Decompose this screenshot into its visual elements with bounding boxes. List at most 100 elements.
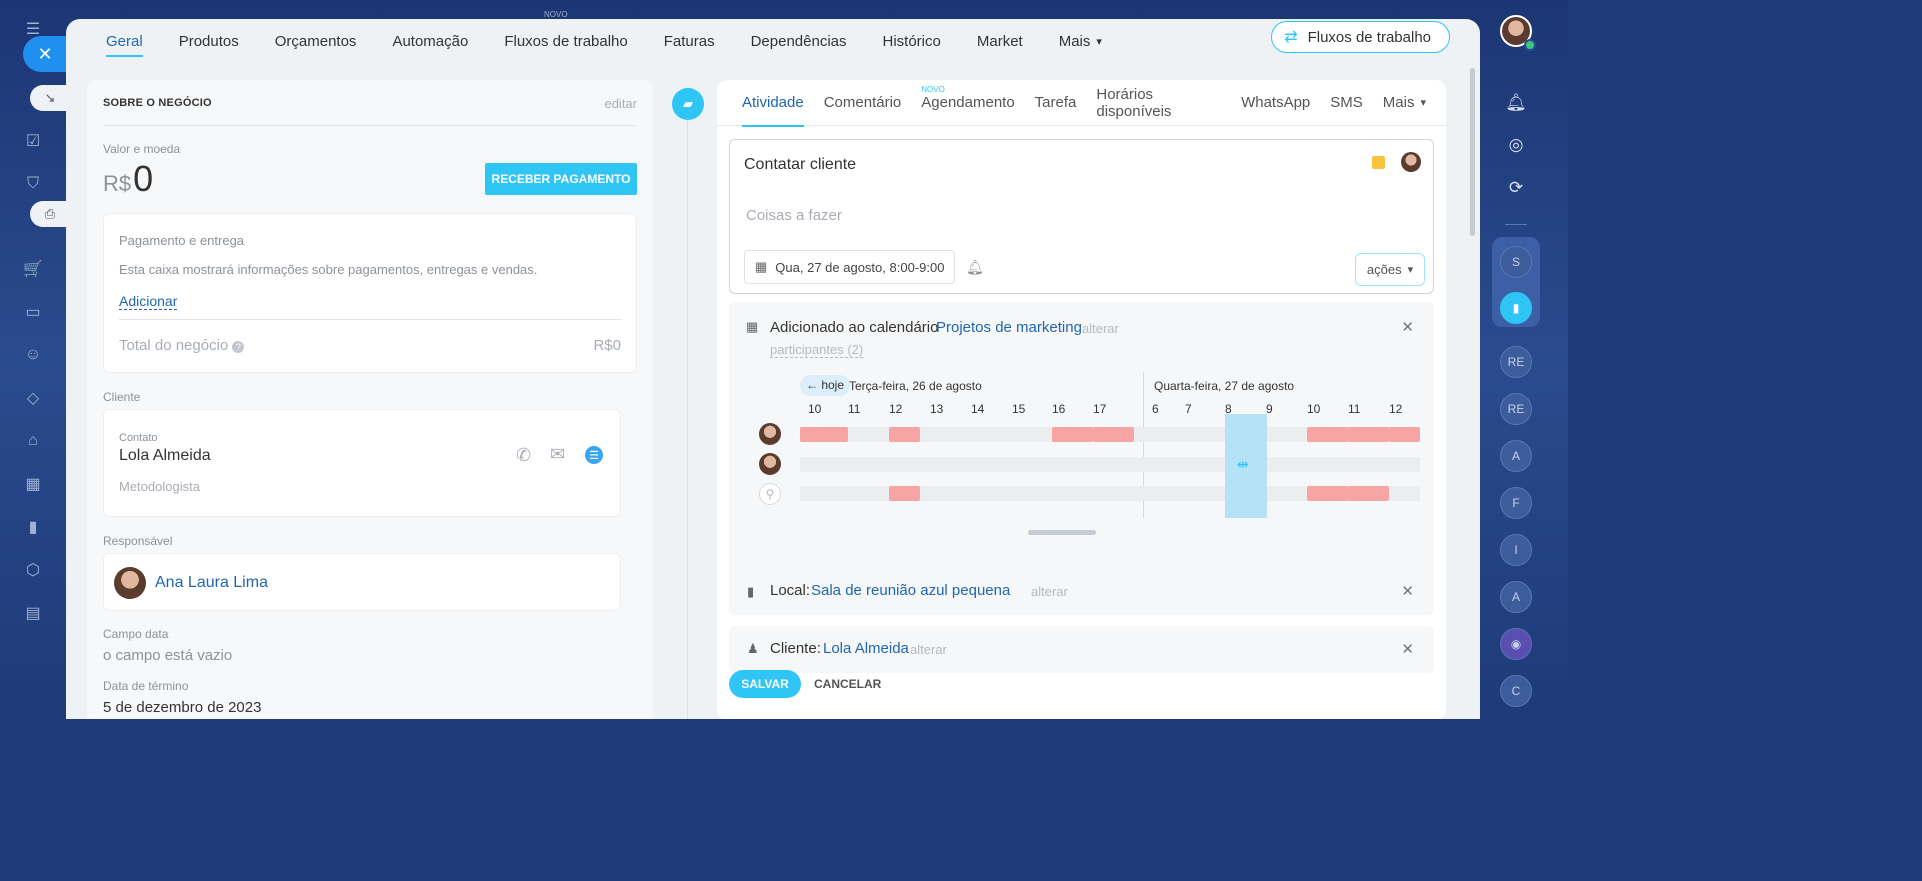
chat-avatar[interactable]: F [1500,487,1532,519]
hour-label: 6 [1152,402,1159,416]
tab-faturas[interactable]: Faturas [664,19,715,63]
robot-icon[interactable]: ☺ [22,344,44,366]
close-slider-button[interactable]: ✕ [23,36,67,72]
divider [119,319,622,320]
document-icon[interactable]: ▤ [22,602,44,624]
today-button[interactable]: ← hoje [800,375,851,396]
edit-link[interactable]: editar [604,96,637,111]
tab-fluxos[interactable]: Fluxos de trabalho [504,19,627,63]
chat-avatar[interactable]: RE [1500,346,1532,378]
calendar-icon[interactable]: ▦ [22,473,44,495]
close-icon[interactable]: ✕ [1401,318,1414,336]
book-icon: ▮ [747,584,755,599]
location-value[interactable]: Sala de reunião azul pequena [811,582,1010,599]
sync-chat-icon[interactable]: ⟳ [1503,175,1529,201]
change-calendar-link[interactable]: alterar [1082,321,1119,336]
tab-whatsapp[interactable]: WhatsApp [1241,80,1310,126]
chat-avatar[interactable]: S [1500,246,1532,278]
copilot-icon[interactable]: ◉ [1500,628,1532,660]
todo-editor[interactable]: Contatar cliente Coisas a fazer ▦ Qua, 27… [729,139,1434,294]
tab-historico[interactable]: Histórico [883,19,941,63]
cancel-button[interactable]: CANCELAR [814,677,881,691]
print-icon[interactable]: ⎙ [30,201,70,227]
close-icon[interactable]: ✕ [1401,640,1414,658]
calendar-name[interactable]: Projetos de marketing [936,319,1082,336]
todo-title[interactable]: Contatar cliente [744,156,856,174]
actions-button[interactable]: ações ▾ [1355,253,1425,286]
chat-avatar[interactable]: C [1500,675,1532,707]
participants-link[interactable]: participantes (2) [770,342,864,358]
chat-avatar[interactable]: A [1500,581,1532,613]
add-payment-link[interactable]: Adicionar [119,293,178,310]
workflows-button[interactable]: ⇄ Fluxos de trabalho [1271,21,1450,53]
bookmark-icon[interactable]: ▮ [1500,292,1532,324]
chat-avatar[interactable]: I [1500,534,1532,566]
deal-panel: Geral Produtos Orçamentos Automação Flux… [66,19,1480,719]
hour-label: 13 [930,402,944,416]
tasks-icon[interactable]: ☑ [22,130,44,152]
receive-payment-button[interactable]: RECEBER PAGAMENTO [485,163,637,195]
tab-dependencias[interactable]: Dependências [751,19,847,63]
contact-label: Contato [119,432,158,444]
resize-handle-icon[interactable]: ⇹ [1237,456,1249,473]
tab-tarefa[interactable]: Tarefa [1035,80,1077,126]
tab-mais-label: Mais [1382,94,1415,111]
about-deal-card: SOBRE O NEGÓCIO editar Valor e moeda R$0… [87,80,653,719]
right-rail: 🔔︎ ◎ ⟳ S ▮ RE RE A F I A ◉ C [1485,0,1568,719]
help-icon[interactable]: ? [232,341,245,353]
tab-geral[interactable]: Geral [106,19,143,63]
tab-mais[interactable]: Mais ▾ [1383,80,1426,126]
change-location-link[interactable]: alterar [1031,584,1068,599]
chat-avatar[interactable]: A [1500,440,1532,472]
client-value[interactable]: Lola Almeida [823,640,909,657]
deadline-value: Qua, 27 de agosto, 8:00-9:00 [775,259,945,275]
busy-slot [1389,427,1420,442]
box-icon[interactable]: ◇ [22,387,44,409]
tab-agendamento[interactable]: NOVO Agendamento [921,80,1014,126]
todo-description-input[interactable]: Coisas a fazer [746,207,842,224]
contact-role: Metodologista [119,479,200,494]
bell-icon[interactable]: 🔔︎ [966,259,984,276]
tab-comentario[interactable]: Comentário [824,80,902,126]
avatar[interactable] [1401,152,1421,172]
chat-icon[interactable]: ☰ [585,446,603,464]
tab-atividade[interactable]: Atividade [742,80,804,127]
save-button[interactable]: SALVAR [729,670,801,698]
hour-label: 9 [1266,402,1273,416]
notifications-icon[interactable]: 🔔︎ [1503,90,1529,116]
responsible-name[interactable]: Ana Laura Lima [155,574,268,592]
tab-automacao[interactable]: Automação [392,19,468,63]
hour-label: 12 [889,402,903,416]
selected-slot[interactable]: ⇹ [1225,414,1267,518]
contact-name[interactable]: Lola Almeida [119,447,211,465]
cart-icon[interactable]: 🛒 [22,258,44,280]
change-client-link[interactable]: alterar [910,642,947,657]
target-icon[interactable]: ◎ [1503,132,1529,158]
payment-title: Pagamento e entrega [119,233,245,248]
tab-market[interactable]: Market [977,19,1023,63]
mail-icon[interactable]: ✉ [550,444,565,465]
deal-amount: R$0 [103,158,153,200]
tab-produtos[interactable]: Produtos [179,19,239,63]
tab-sms[interactable]: SMS [1330,80,1363,126]
phone-icon[interactable]: ✆ [516,445,531,466]
settings-icon[interactable]: ⬡ [22,559,44,581]
calendar-scrollbar[interactable] [1028,530,1096,535]
panel-scrollbar[interactable] [1470,68,1475,236]
tab-orcamentos[interactable]: Orçamentos [275,19,357,63]
warehouse-icon[interactable]: ⌂ [22,430,44,452]
minimize-icon[interactable]: ↘ [30,85,70,111]
color-picker-icon[interactable] [1372,156,1385,169]
calendar-icon: ▦ [755,259,768,274]
card-icon[interactable]: ▭ [22,301,44,323]
tab-agendamento-label: Agendamento [921,94,1015,111]
chart-icon[interactable]: ▮ [22,516,44,538]
tab-mais[interactable]: Mais ▾ [1059,19,1102,63]
busy-slot [889,427,920,442]
chat-avatar[interactable]: RE [1500,393,1532,425]
deadline-picker[interactable]: ▦ Qua, 27 de agosto, 8:00-9:00 [744,250,956,284]
close-icon[interactable]: ✕ [1401,582,1414,600]
tab-horarios[interactable]: Horários disponíveis [1096,80,1221,126]
crm-filter-icon[interactable]: ⛉ [22,173,44,195]
date-field-value: o campo está vazio [103,647,233,664]
